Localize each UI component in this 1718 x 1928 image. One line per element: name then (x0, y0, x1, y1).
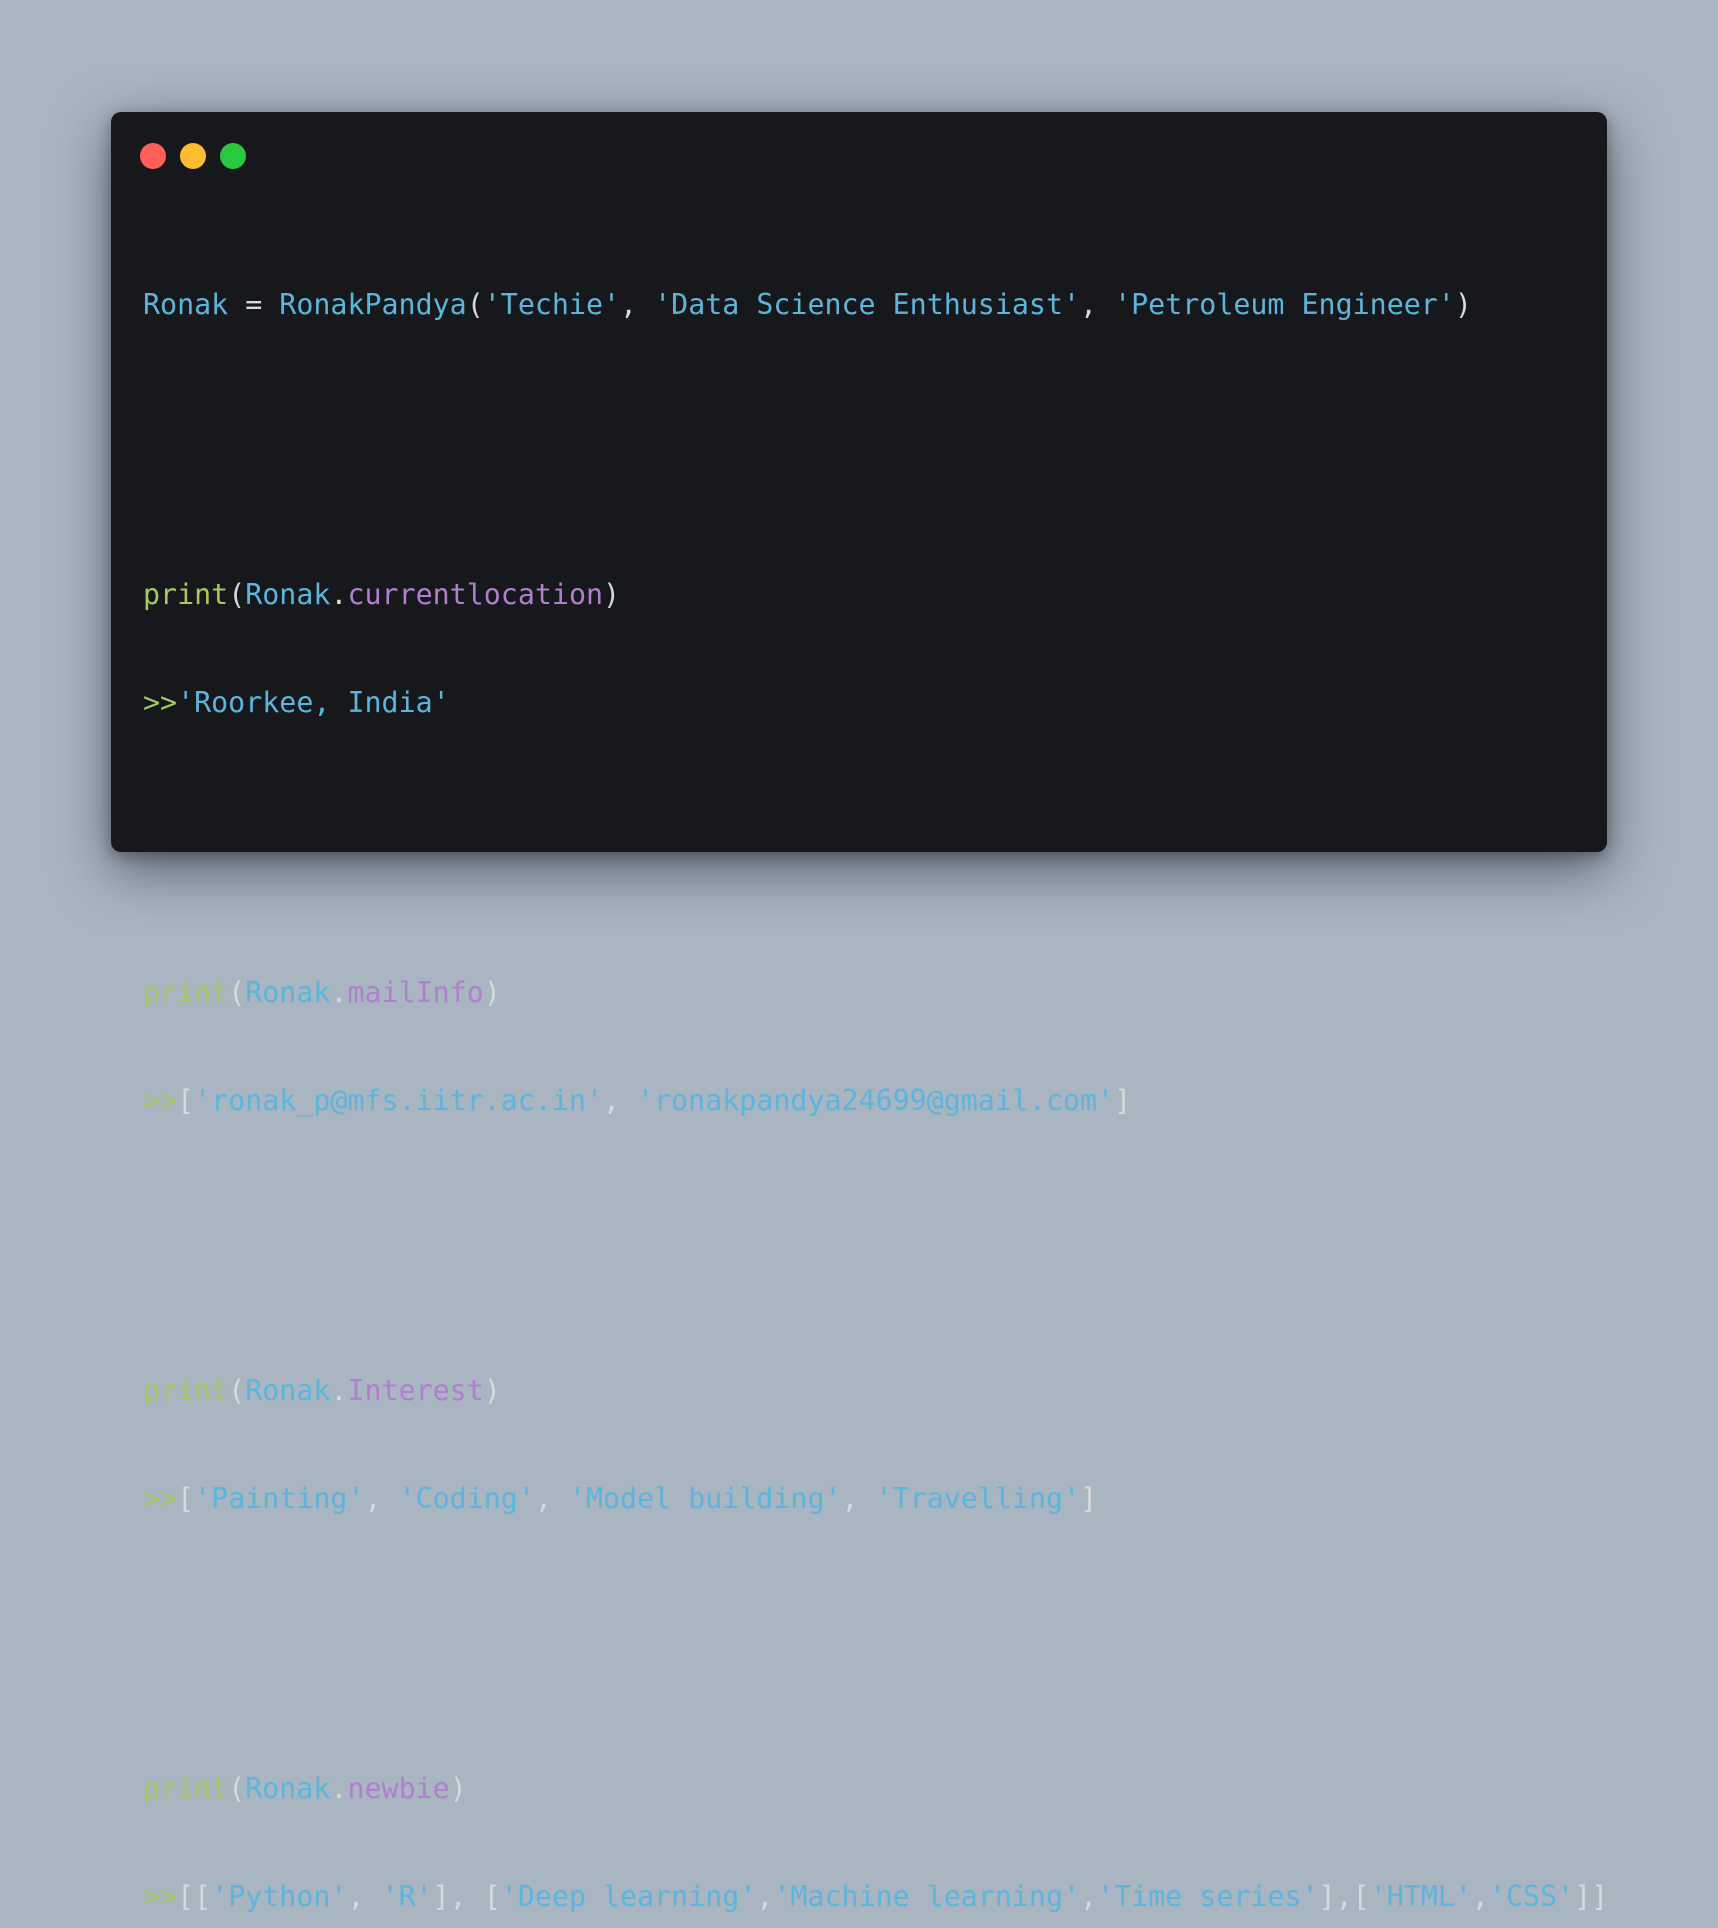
separator: , (620, 288, 655, 321)
dot-operator: . (330, 976, 348, 1009)
code-block: Ronak = RonakPandya('Techie', 'Data Scie… (143, 215, 1608, 1928)
dot-operator: . (330, 1374, 348, 1407)
attribute-name: mailInfo (347, 976, 484, 1009)
output-string: 'Travelling' (875, 1482, 1081, 1515)
paren-open: ( (228, 1374, 246, 1407)
code-line-print: print(Ronak.mailInfo) (143, 975, 1608, 1011)
output-string: 'CSS' (1488, 1880, 1575, 1913)
attribute-name: currentlocation (347, 578, 604, 611)
object-name: Ronak (245, 1772, 331, 1805)
bracket: ], [ (432, 1880, 501, 1913)
bracket-close: ] (1114, 1084, 1132, 1117)
dot-operator: . (330, 578, 348, 611)
print-keyword: print (143, 1374, 229, 1407)
bracket-close: ] (1080, 1482, 1098, 1515)
window-controls (140, 143, 246, 169)
close-dot-icon[interactable] (140, 143, 166, 169)
output-string: 'Painting' (194, 1482, 365, 1515)
paren-open: ( (228, 1772, 246, 1805)
paren-open: ( (228, 578, 246, 611)
separator: , (364, 1482, 399, 1515)
output-prompt: >> (143, 1084, 178, 1117)
output-prompt: >> (143, 686, 178, 719)
bracket-open: [ (177, 1482, 195, 1515)
code-line-print: print(Ronak.currentlocation) (143, 577, 1608, 613)
separator: , (841, 1482, 876, 1515)
paren-close: ) (483, 976, 501, 1009)
code-window: Ronak = RonakPandya('Techie', 'Data Scie… (111, 112, 1608, 1913)
separator: , (1471, 1880, 1489, 1913)
output-string: 'Coding' (398, 1482, 535, 1515)
var-name: Ronak (143, 288, 229, 321)
object-name: Ronak (245, 1374, 331, 1407)
print-keyword: print (143, 578, 229, 611)
output-string: 'ronakpandya24699@gmail.com' (637, 1084, 1115, 1117)
string-arg: 'Techie' (483, 288, 621, 321)
code-line-output: >>['ronak_p@mfs.iitr.ac.in', 'ronakpandy… (143, 1083, 1608, 1119)
paren-open: ( (228, 976, 246, 1009)
paren-close: ) (1454, 288, 1472, 321)
separator: , (1080, 1880, 1098, 1913)
assign-operator: = (228, 288, 280, 321)
code-line-output: >>['Painting', 'Coding', 'Model building… (143, 1481, 1608, 1517)
paren-close: ) (449, 1772, 467, 1805)
attribute-name: Interest (347, 1374, 484, 1407)
separator: , (347, 1880, 382, 1913)
code-line-print: print(Ronak.newbie) (143, 1771, 1608, 1807)
bracket-open: [ (177, 1084, 195, 1117)
object-name: Ronak (245, 976, 331, 1009)
output-string: 'Time series' (1097, 1880, 1319, 1913)
bracket: ],[ (1318, 1880, 1370, 1913)
bracket: ]] (1574, 1880, 1609, 1913)
output-string: 'Python' (211, 1880, 348, 1913)
output-string: 'Model building' (568, 1482, 842, 1515)
output-string: 'R' (381, 1880, 433, 1913)
object-name: Ronak (245, 578, 331, 611)
code-line-output: >>'Roorkee, India' (143, 685, 1608, 721)
output-string: 'ronak_p@mfs.iitr.ac.in' (194, 1084, 603, 1117)
output-prompt: >> (143, 1880, 178, 1913)
code-line-constructor: Ronak = RonakPandya('Techie', 'Data Scie… (143, 287, 1608, 323)
separator: , (603, 1084, 638, 1117)
code-line-print: print(Ronak.Interest) (143, 1373, 1608, 1409)
output-string: 'Deep learning' (500, 1880, 757, 1913)
print-keyword: print (143, 976, 229, 1009)
output-string: 'Roorkee, India' (177, 686, 450, 719)
string-arg: 'Petroleum Engineer' (1114, 288, 1455, 321)
bracket: [[ (177, 1880, 212, 1913)
print-keyword: print (143, 1772, 229, 1805)
separator: , (1080, 288, 1115, 321)
class-name: RonakPandya (279, 288, 467, 321)
code-line-output: >>[['Python', 'R'], ['Deep learning','Ma… (143, 1879, 1608, 1915)
output-string: 'Machine learning' (773, 1880, 1081, 1913)
maximize-dot-icon[interactable] (220, 143, 246, 169)
string-arg: 'Data Science Enthusiast' (654, 288, 1081, 321)
output-prompt: >> (143, 1482, 178, 1515)
paren-close: ) (603, 578, 621, 611)
separator: , (756, 1880, 774, 1913)
output-string: 'HTML' (1369, 1880, 1472, 1913)
attribute-name: newbie (347, 1772, 450, 1805)
separator: , (534, 1482, 569, 1515)
paren-close: ) (483, 1374, 501, 1407)
minimize-dot-icon[interactable] (180, 143, 206, 169)
paren-open: ( (466, 288, 484, 321)
dot-operator: . (330, 1772, 348, 1805)
